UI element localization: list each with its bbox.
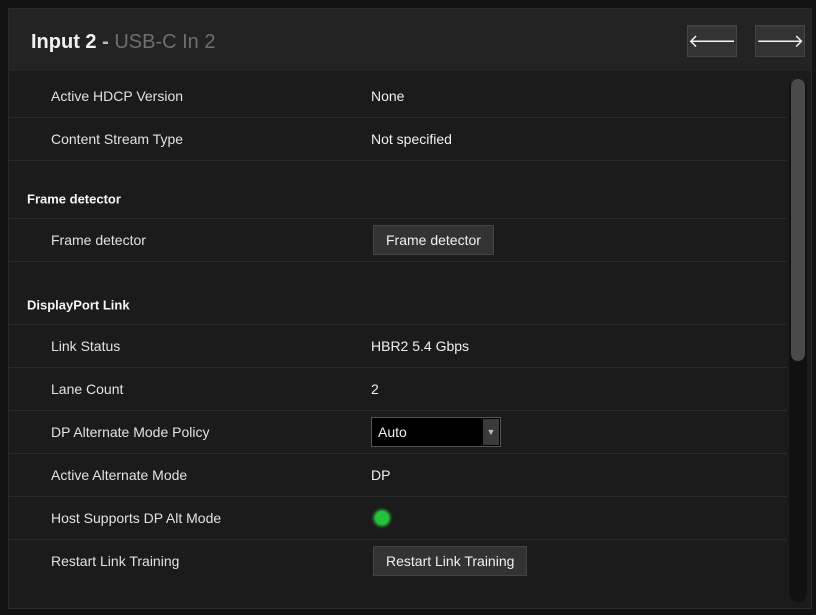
link-status-value: HBR2 5.4 Gbps — [371, 338, 470, 354]
restart-link-training-button[interactable]: Restart Link Training — [373, 546, 528, 576]
dp-alt-mode-policy-value: Auto — [378, 424, 407, 440]
section-frame-detector: Frame detector — [9, 180, 787, 219]
frame-detector-button[interactable]: Frame detector — [373, 225, 494, 255]
panel-header: Input 2 - USB-C In 2 🡐 🡒 — [9, 9, 811, 72]
content-stream-type-label: Content Stream Type — [51, 131, 184, 147]
row-host-supports-dp-alt-mode: Host Supports DP Alt Mode — [9, 497, 787, 540]
row-frame-detector: Frame detector Frame detector — [9, 219, 787, 262]
row-content-stream-type: Content Stream Type Not specified — [9, 118, 787, 161]
scrollbar-track[interactable] — [789, 79, 807, 602]
prev-input-button[interactable]: 🡐 — [687, 25, 737, 57]
settings-content: Active HDCP Version None Content Stream … — [9, 71, 811, 608]
row-dp-alt-mode-policy: DP Alternate Mode Policy Auto ▼ — [9, 411, 787, 454]
chevron-down-icon[interactable]: ▼ — [483, 419, 499, 445]
content-stream-type-value: Not specified — [371, 131, 452, 147]
input-panel: Input 2 - USB-C In 2 🡐 🡒 Active HDCP Ver… — [8, 8, 812, 609]
row-active-alt-mode: Active Alternate Mode DP — [9, 454, 787, 497]
active-alt-mode-value: DP — [371, 467, 391, 483]
row-active-hdcp-version: Active HDCP Version None — [9, 75, 787, 118]
scrollbar-thumb[interactable] — [791, 79, 805, 361]
row-link-status: Link Status HBR2 5.4 Gbps — [9, 325, 787, 368]
arrow-left-icon: 🡐 — [688, 31, 737, 51]
active-hdcp-version-label: Active HDCP Version — [51, 88, 184, 104]
input-subtitle: USB-C In 2 — [114, 31, 216, 53]
active-alt-mode-label: Active Alternate Mode — [51, 467, 188, 483]
frame-detector-section-title: Frame detector — [27, 191, 121, 207]
title-separator: - — [96, 31, 115, 53]
dp-alt-mode-policy-label: DP Alternate Mode Policy — [51, 424, 210, 440]
host-supports-dp-alt-mode-label: Host Supports DP Alt Mode — [51, 510, 222, 526]
row-lane-count: Lane Count 2 — [9, 368, 787, 411]
lane-count-value: 2 — [371, 381, 379, 397]
dp-alt-mode-policy-select[interactable]: Auto ▼ — [371, 417, 501, 447]
arrow-right-icon: 🡒 — [756, 31, 805, 51]
lane-count-label: Lane Count — [51, 381, 124, 397]
status-led-icon — [374, 510, 390, 526]
active-hdcp-version-value: None — [371, 88, 405, 104]
input-title: Input 2 — [31, 31, 97, 53]
next-input-button[interactable]: 🡒 — [755, 25, 805, 57]
link-status-label: Link Status — [51, 338, 121, 354]
section-displayport-link: DisplayPort Link — [9, 286, 787, 325]
frame-detector-label: Frame detector — [51, 232, 146, 248]
row-restart-link-training: Restart Link Training Restart Link Train… — [9, 540, 787, 582]
page-title: Input 2 - USB-C In 2 — [31, 31, 215, 54]
restart-link-training-label: Restart Link Training — [51, 553, 180, 569]
displayport-link-section-title: DisplayPort Link — [27, 297, 130, 313]
